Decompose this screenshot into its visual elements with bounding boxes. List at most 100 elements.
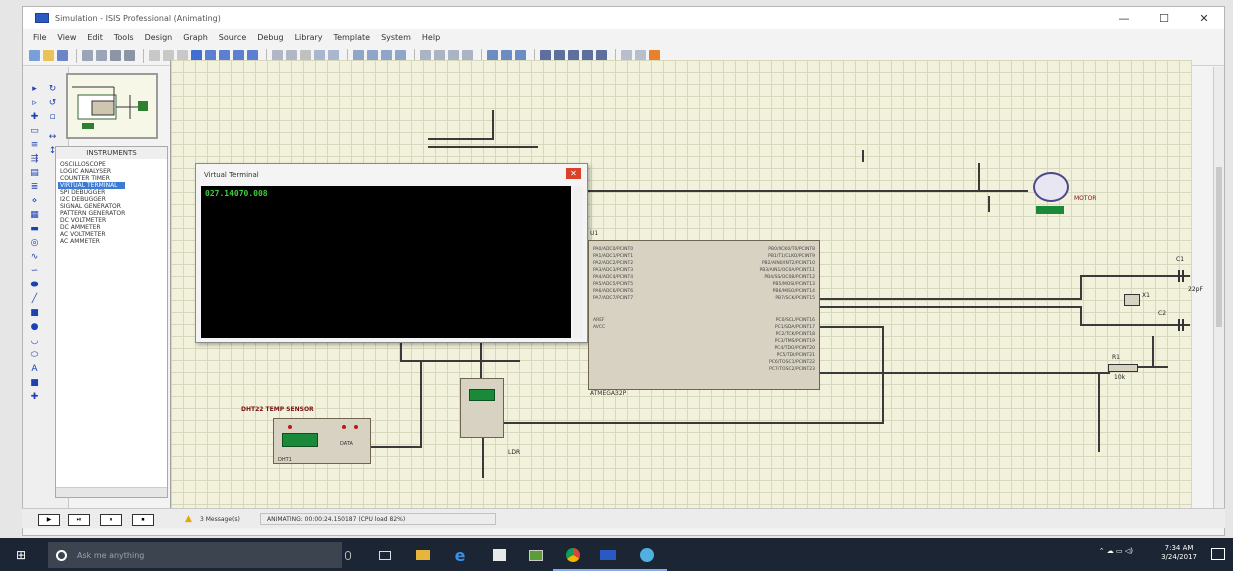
path-2d-icon[interactable]: ⬭ [29, 350, 40, 361]
maximize-button[interactable]: ☐ [1144, 7, 1184, 29]
open-folder-icon[interactable] [43, 50, 54, 61]
close-button[interactable]: ✕ [1184, 7, 1224, 29]
virtual-terminal-window[interactable]: Virtual Terminal ✕ 027.14070.008 [195, 163, 588, 343]
virtual-terminal-close-button[interactable]: ✕ [566, 168, 581, 179]
line-2d-icon[interactable]: ╱ [29, 294, 40, 305]
overview-window[interactable] [66, 73, 158, 139]
resistor-r1[interactable] [1108, 364, 1138, 372]
rotate-anticlockwise-icon[interactable]: ↺ [47, 98, 58, 109]
export-icon[interactable] [96, 50, 107, 61]
chrome-icon[interactable] [563, 545, 583, 565]
file-explorer-icon[interactable] [413, 545, 433, 565]
play-button[interactable]: ▶ [38, 514, 60, 526]
junction-dot-icon[interactable]: ✚ [29, 112, 40, 123]
mcu-pin-label: PB4/SS/OC0B/PCINT12 [764, 275, 815, 280]
isis-taskbar-icon[interactable] [598, 545, 618, 565]
capacitor-c2[interactable] [1178, 319, 1184, 331]
wire-label-icon[interactable]: ▭ [29, 126, 40, 137]
sensor-led [354, 425, 358, 429]
selection-mode-icon[interactable]: ▸ [29, 84, 40, 95]
subcircuit-icon[interactable]: ▤ [29, 168, 40, 179]
print-icon[interactable] [110, 50, 121, 61]
minimize-button[interactable]: — [1104, 7, 1144, 29]
cortana-search-box[interactable]: Ask me anything [48, 542, 342, 568]
tape-recorder-icon[interactable]: ▬ [29, 224, 40, 235]
area-icon[interactable] [124, 50, 135, 61]
menu-view[interactable]: View [57, 33, 76, 42]
temperature-sensor[interactable]: DATA DHT1 [273, 418, 371, 464]
virtual-instruments-icon[interactable]: ⬬ [29, 280, 40, 291]
taskbar-clock[interactable]: 7:34 AM 3/24/2017 [1161, 544, 1197, 562]
menu-graph[interactable]: Graph [183, 33, 208, 42]
text-2d-icon[interactable]: A [29, 364, 40, 375]
voltage-probe-icon[interactable]: ∿ [29, 252, 40, 263]
symbol-2d-icon[interactable]: ■ [29, 378, 40, 389]
action-center-icon[interactable] [1211, 548, 1225, 560]
instruments-horizontal-scrollbar[interactable] [56, 487, 167, 497]
generator-mode-icon[interactable]: ◎ [29, 238, 40, 249]
store-icon[interactable] [489, 545, 509, 565]
instrument-ac-ammeter[interactable]: AC AMMETER [58, 238, 125, 245]
system-tray-icons[interactable]: ⌃ ☁ ▭ ◁) [1099, 547, 1133, 555]
current-probe-icon[interactable]: ∽ [29, 266, 40, 277]
menu-tools[interactable]: Tools [114, 33, 134, 42]
virtual-terminal-scrollbar[interactable] [573, 186, 583, 338]
simulation-status-box: ANIMATING: 00:00:24.150187 (CPU load 82%… [260, 513, 496, 525]
instrument-signal-generator[interactable]: SIGNAL GENERATOR [58, 203, 125, 210]
instrument-pattern-generator[interactable]: PATTERN GENERATOR [58, 210, 125, 217]
edge-browser-icon[interactable]: e [450, 545, 470, 565]
menu-library[interactable]: Library [295, 33, 323, 42]
pause-button[interactable]: ⏸ [100, 514, 122, 526]
terminals-icon[interactable]: ≣ [29, 182, 40, 193]
motor[interactable] [1033, 172, 1069, 202]
mirror-x-icon[interactable]: ↔ [47, 132, 58, 143]
save-icon[interactable] [57, 50, 68, 61]
component-mode-icon[interactable]: ▹ [29, 98, 40, 109]
text-script-icon[interactable]: ≡ [29, 140, 40, 151]
buses-icon[interactable]: ⇶ [29, 154, 40, 165]
instrument-dc-ammeter[interactable]: DC AMMETER [58, 224, 125, 231]
menu-system[interactable]: System [381, 33, 411, 42]
menu-edit[interactable]: Edit [87, 33, 103, 42]
menu-help[interactable]: Help [422, 33, 440, 42]
import-icon[interactable] [82, 50, 93, 61]
step-button[interactable]: ⏯ [68, 514, 90, 526]
capacitor-c1[interactable] [1178, 270, 1184, 282]
arc-2d-icon[interactable]: ◡ [29, 336, 40, 347]
marker-2d-icon[interactable]: ✚ [29, 392, 40, 403]
menu-template[interactable]: Template [334, 33, 371, 42]
microphone-icon[interactable] [338, 545, 358, 565]
message-count[interactable]: 3 Message(s) [200, 516, 240, 523]
ldr-module[interactable] [460, 378, 504, 438]
box-2d-icon[interactable]: ■ [29, 308, 40, 319]
virtual-terminal-screen[interactable]: 027.14070.008 [201, 186, 571, 338]
instrument-dc-voltmeter[interactable]: DC VOLTMETER [58, 217, 125, 224]
windows-start-icon[interactable]: ⊞ [16, 548, 30, 562]
new-file-icon[interactable] [29, 50, 40, 61]
instrument-oscilloscope[interactable]: OSCILLOSCOPE [58, 161, 125, 168]
rotate-clockwise-icon[interactable]: ↻ [47, 84, 58, 95]
image-viewer-icon[interactable] [526, 545, 546, 565]
menu-debug[interactable]: Debug [257, 33, 283, 42]
instrument-virtual-terminal[interactable]: VIRTUAL TERMINAL [58, 182, 126, 189]
refresh-icon[interactable] [149, 50, 160, 61]
menu-source[interactable]: Source [219, 33, 246, 42]
microcontroller[interactable]: PA0/ADC0/PCINT0 PA1/ADC1/PCINT1 PA2/ADC2… [588, 240, 820, 390]
instrument-counter-timer[interactable]: COUNTER TIMER [58, 175, 125, 182]
circle-2d-icon[interactable]: ● [29, 322, 40, 333]
canvas-vertical-scrollbar[interactable] [1213, 67, 1224, 515]
graph-mode-icon[interactable]: ▦ [29, 210, 40, 221]
instrument-ac-voltmeter[interactable]: AC VOLTMETER [58, 231, 125, 238]
angle-field-icon[interactable]: ▫ [47, 112, 58, 123]
task-view-icon[interactable] [375, 545, 395, 565]
menu-file[interactable]: File [33, 33, 46, 42]
virtual-terminal-taskbar-icon[interactable] [637, 545, 657, 565]
scrollbar-thumb[interactable] [1216, 167, 1222, 327]
stop-button[interactable]: ⏹ [132, 514, 154, 526]
instrument-i2c-debugger[interactable]: I2C DEBUGGER [58, 196, 125, 203]
instrument-logic-analyser[interactable]: LOGIC ANALYSER [58, 168, 125, 175]
menu-design[interactable]: Design [145, 33, 173, 42]
device-pins-icon[interactable]: ⋄ [29, 196, 40, 207]
instrument-spi-debugger[interactable]: SPI DEBUGGER [58, 189, 125, 196]
crystal-oscillator[interactable] [1124, 294, 1140, 306]
